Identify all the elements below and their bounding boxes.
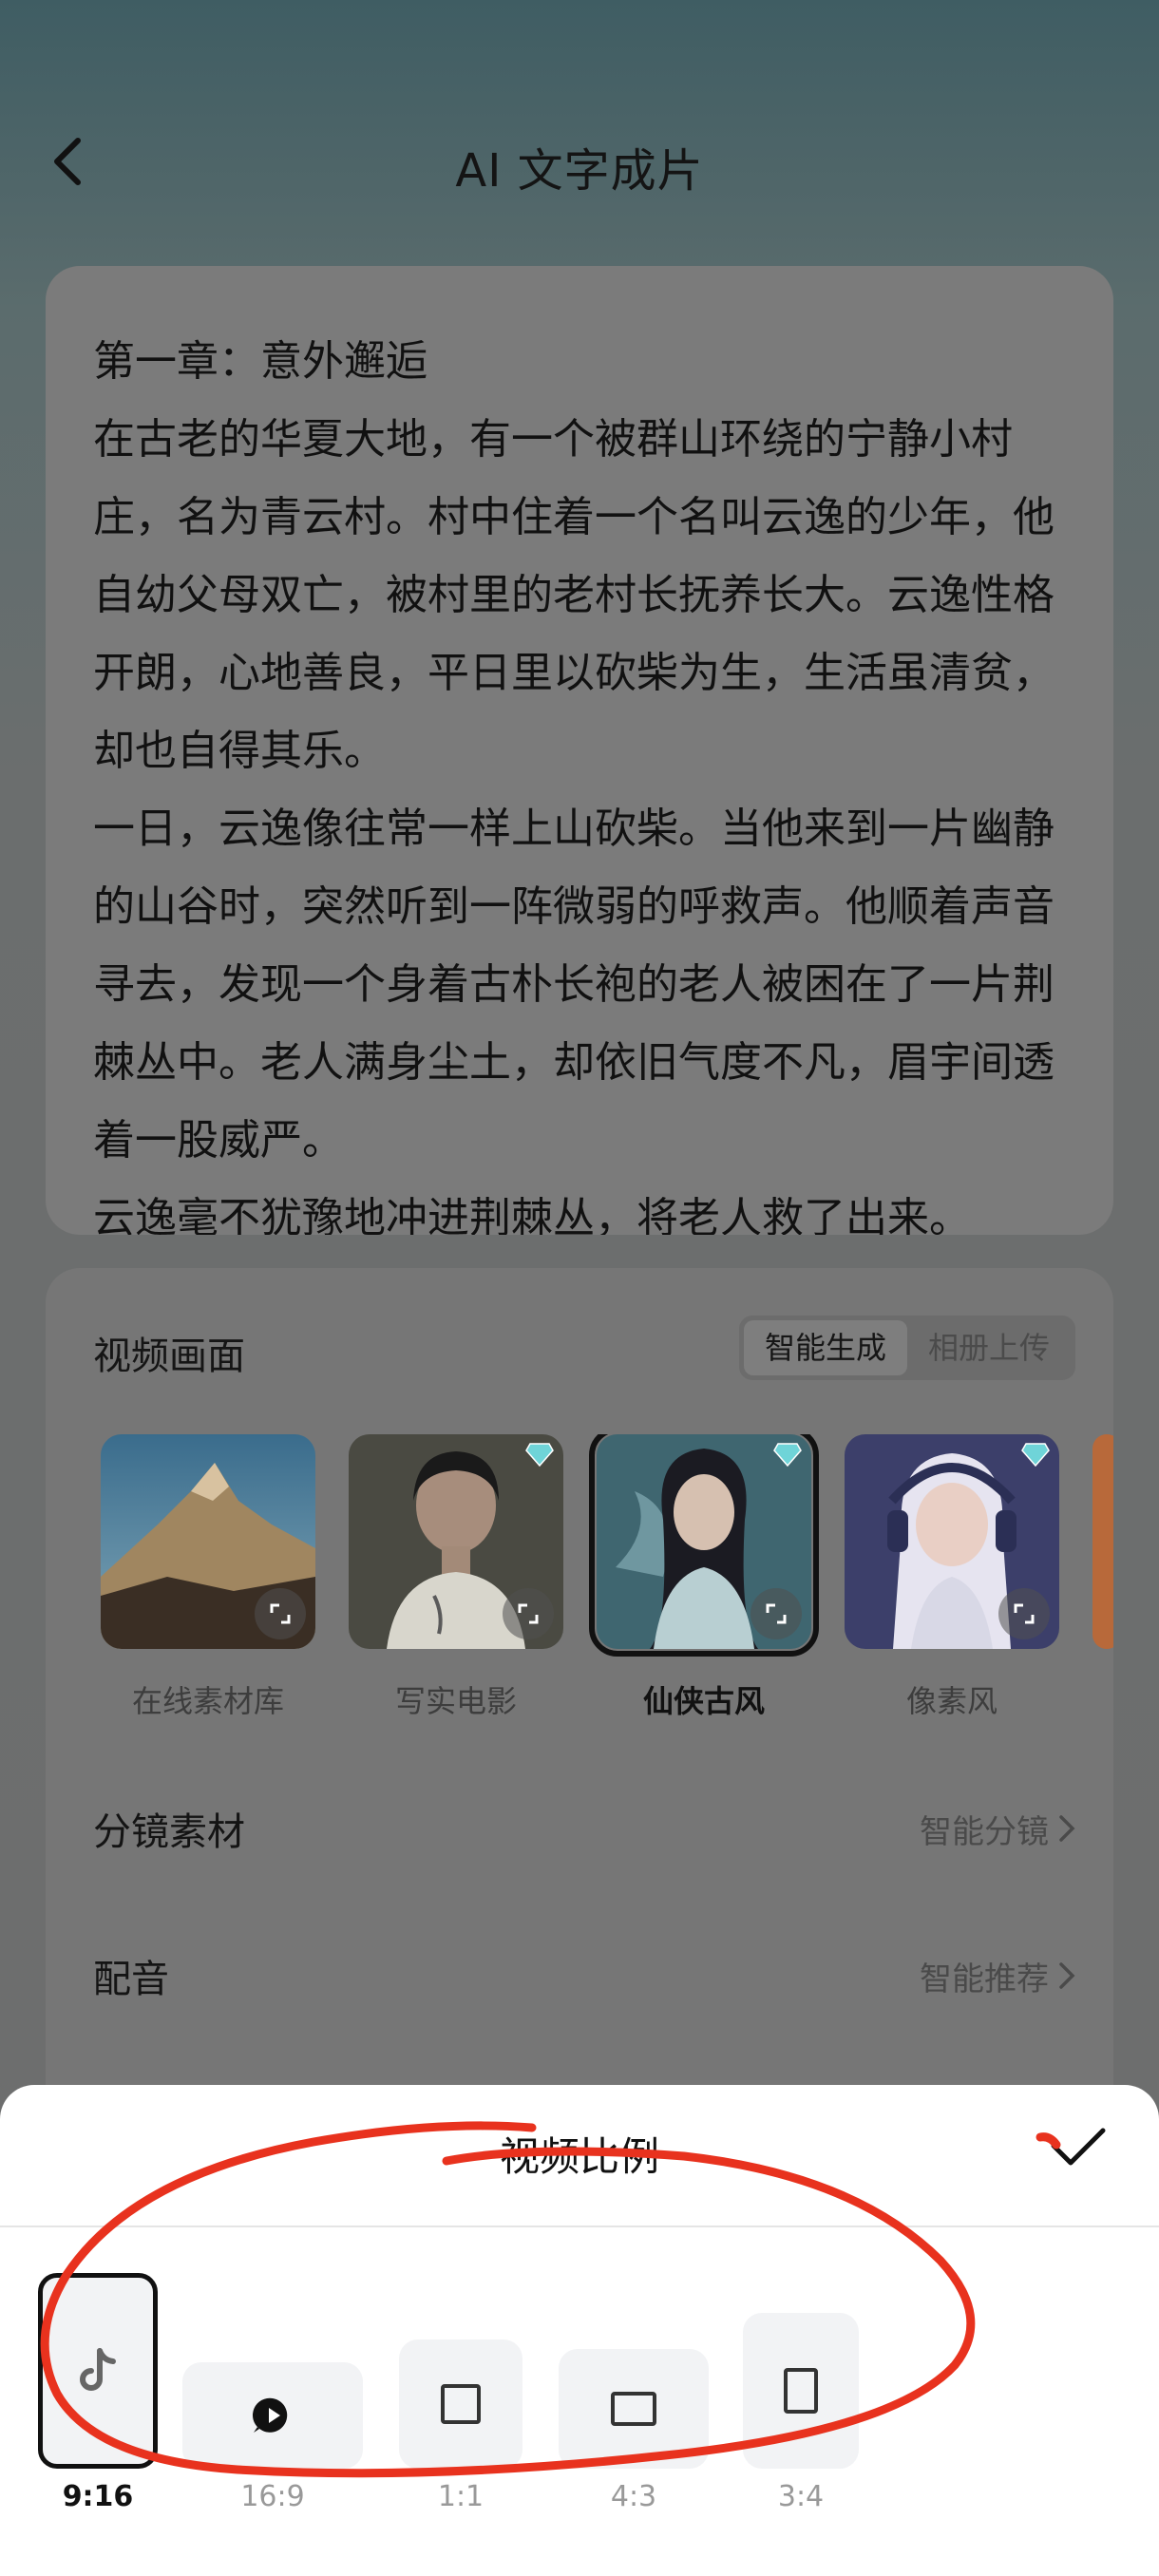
style-item-realistic-film[interactable]: 写实电影 [349,1434,563,1719]
voiceover-value[interactable]: 智能推荐 [920,1953,1075,1999]
chevron-right-icon [1059,1815,1075,1842]
style-thumb[interactable] [845,1434,1059,1649]
tiktok-icon [80,2348,116,2391]
storyboard-value[interactable]: 智能分镜 [920,1806,1075,1852]
style-item-xianxia[interactable]: 仙侠古风 [589,1434,819,1719]
square-icon [441,2384,481,2424]
voiceover-value-text: 智能推荐 [920,1960,1049,1998]
play-bubble-icon [252,2397,288,2433]
check-icon [1051,2128,1106,2166]
tab-smart-generate[interactable]: 智能生成 [743,1320,907,1375]
sheet-divider [0,2226,1159,2227]
voiceover-row[interactable]: 配音 智能推荐 [93,1938,1075,2014]
landscape-rect-icon [611,2392,656,2426]
diamond-icon [773,1442,802,1470]
ratio-label: 3:4 [777,2480,825,2513]
ratio-4-3[interactable]: 4:3 [559,2349,709,2513]
ratio-box[interactable] [399,2339,522,2469]
style-name: 写实电影 [394,1683,517,1719]
tab-album-upload[interactable]: 相册上传 [907,1320,1071,1375]
diamond-icon [525,1442,554,1470]
style-thumb[interactable] [101,1434,315,1649]
header: AI 文字成片 [0,0,1159,247]
ratio-box[interactable] [743,2313,859,2469]
source-segmented-control: 智能生成 相册上传 [738,1316,1075,1380]
style-thumb[interactable] [349,1434,563,1649]
storyboard-value-text: 智能分镜 [920,1812,1049,1851]
ratio-1-1[interactable]: 1:1 [399,2339,522,2513]
style-item-partial[interactable] [1092,1434,1113,1649]
expand-icon[interactable] [750,1588,802,1639]
ratio-label: 16:9 [240,2480,305,2513]
style-item-online-library[interactable]: 在线素材库 [101,1434,315,1719]
sheet-title: 视频比例 [499,2133,659,2180]
ratio-label: 4:3 [610,2480,657,2513]
portrait-rect-icon [784,2368,818,2414]
video-section-label: 视频画面 [93,1335,245,1378]
storyboard-label: 分镜素材 [93,1810,245,1854]
ratio-label: 1:1 [437,2480,484,2513]
ratio-16-9[interactable]: 16:9 [182,2362,363,2513]
style-item-pixel[interactable]: 像素风 [845,1434,1059,1719]
storyboard-row[interactable]: 分镜素材 智能分镜 [93,1790,1075,1866]
ratio-9-16[interactable]: 9:16 [38,2273,158,2513]
expand-icon[interactable] [503,1588,554,1639]
style-thumb-selected[interactable] [589,1434,819,1657]
ratio-box[interactable] [182,2362,363,2469]
story-text[interactable]: 第一章：意外邂逅 在古老的华夏大地，有一个被群山环绕的宁静小村庄，名为青云村。村… [93,323,1066,1235]
style-carousel[interactable]: 在线素材库 写实电影 仙侠古风 像素风 [101,1434,1113,1719]
style-name: 在线素材库 [131,1683,284,1719]
ratio-label: 9:16 [62,2480,134,2513]
diamond-icon [1021,1442,1050,1470]
story-text-card[interactable]: 第一章：意外邂逅 在古老的华夏大地，有一个被群山环绕的宁静小村庄，名为青云村。村… [46,266,1113,1235]
aspect-ratio-sheet: 视频比例 9:16 16:9 1:1 4:3 3:4 [0,2085,1159,2576]
style-name: 像素风 [905,1683,998,1719]
ratio-box[interactable] [559,2349,709,2469]
chevron-right-icon [1059,1962,1075,1989]
page-title: AI 文字成片 [455,144,704,198]
style-thumb[interactable] [1092,1434,1113,1649]
expand-icon[interactable] [255,1588,306,1639]
ratio-3-4[interactable]: 3:4 [743,2313,859,2513]
ratio-box-selected[interactable] [38,2273,158,2469]
voiceover-label: 配音 [93,1958,169,2001]
confirm-button[interactable] [1045,2113,1112,2180]
expand-icon[interactable] [998,1588,1050,1639]
style-name: 仙侠古风 [642,1683,765,1719]
